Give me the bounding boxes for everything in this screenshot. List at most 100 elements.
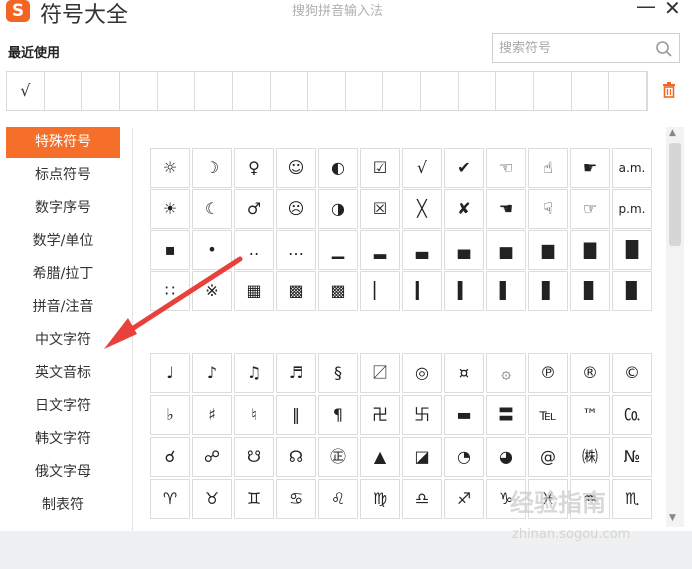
symbol-cell[interactable]: ♬: [276, 353, 316, 393]
symbol-cell[interactable]: ♫: [234, 353, 274, 393]
symbol-cell[interactable]: ◎: [402, 353, 442, 393]
symbol-cell[interactable]: ℡: [528, 395, 568, 435]
symbol-cell[interactable]: ♉: [192, 479, 232, 519]
sidebar-item-1[interactable]: 标点符号: [6, 160, 120, 191]
scroll-up-icon[interactable]: ▲: [669, 128, 676, 138]
symbol-cell[interactable]: @: [528, 437, 568, 477]
symbol-cell[interactable]: ♊: [234, 479, 274, 519]
recent-symbol-cell[interactable]: [383, 72, 422, 110]
symbol-cell[interactable]: ♈: [150, 479, 190, 519]
symbol-cell[interactable]: ☑: [360, 148, 400, 188]
symbol-cell[interactable]: ♂: [234, 189, 274, 229]
symbol-cell[interactable]: ☍: [192, 437, 232, 477]
symbol-cell[interactable]: ◐: [318, 148, 358, 188]
symbol-cell[interactable]: 〼: [360, 353, 400, 393]
symbol-cell[interactable]: ‥: [234, 230, 274, 270]
symbol-cell[interactable]: ☊: [276, 437, 316, 477]
symbol-cell[interactable]: ㊣: [318, 437, 358, 477]
symbol-cell[interactable]: ✘: [444, 189, 484, 229]
symbol-cell[interactable]: ☾: [192, 189, 232, 229]
symbol-cell[interactable]: ☒: [360, 189, 400, 229]
symbol-cell[interactable]: ¶: [318, 395, 358, 435]
recent-symbol-cell[interactable]: √: [7, 72, 45, 110]
symbol-cell[interactable]: ♭: [150, 395, 190, 435]
search-input[interactable]: [499, 38, 649, 58]
symbol-cell[interactable]: ▋: [528, 271, 568, 311]
symbol-cell[interactable]: ▏: [360, 271, 400, 311]
recent-symbol-cell[interactable]: [572, 72, 610, 110]
symbol-cell[interactable]: 卍: [360, 395, 400, 435]
close-button[interactable]: ✕: [664, 0, 681, 20]
symbol-cell[interactable]: ▆: [528, 230, 568, 270]
symbol-cell[interactable]: ▅: [486, 230, 526, 270]
symbol-cell[interactable]: ☹: [276, 189, 316, 229]
symbol-cell[interactable]: █: [612, 230, 652, 270]
symbol-cell[interactable]: ◕: [486, 437, 526, 477]
sidebar-item-5[interactable]: 拼音/注音: [6, 292, 120, 323]
symbol-cell[interactable]: ▎: [402, 271, 442, 311]
symbol-cell[interactable]: ™: [570, 395, 610, 435]
recent-symbol-cell[interactable]: [346, 72, 384, 110]
symbol-cell[interactable]: №: [612, 437, 652, 477]
symbol-cell[interactable]: ▁: [318, 230, 358, 270]
symbol-cell[interactable]: ¤: [444, 353, 484, 393]
symbol-cell[interactable]: ◑: [318, 189, 358, 229]
symbol-cell[interactable]: ▲: [360, 437, 400, 477]
minimize-button[interactable]: —: [636, 0, 656, 18]
symbol-cell[interactable]: a.m.: [612, 148, 652, 188]
symbol-cell[interactable]: ♏: [612, 479, 652, 519]
scroll-down-icon[interactable]: ▼: [669, 513, 676, 523]
sidebar-item-7[interactable]: 英文音标: [6, 358, 120, 389]
symbol-cell[interactable]: ☋: [234, 437, 274, 477]
sidebar-item-9[interactable]: 韩文字符: [6, 424, 120, 455]
search-box[interactable]: [492, 33, 680, 63]
recent-symbol-cell[interactable]: [82, 72, 120, 110]
symbol-cell[interactable]: ☀: [150, 189, 190, 229]
symbol-cell[interactable]: ▍: [444, 271, 484, 311]
symbol-cell[interactable]: ㏇: [612, 395, 652, 435]
symbol-cell[interactable]: ☞: [570, 189, 610, 229]
recent-symbol-cell[interactable]: [271, 72, 309, 110]
symbol-cell[interactable]: ◪: [402, 437, 442, 477]
symbol-cell[interactable]: ۞: [486, 353, 526, 393]
symbol-cell[interactable]: ☚: [486, 189, 526, 229]
symbol-cell[interactable]: ▪: [150, 230, 190, 270]
symbol-cell[interactable]: ♀: [234, 148, 274, 188]
symbol-cell[interactable]: ☺: [276, 148, 316, 188]
symbol-cell[interactable]: ☛: [570, 148, 610, 188]
symbol-cell[interactable]: ☜: [486, 148, 526, 188]
symbol-cell[interactable]: ╳: [402, 189, 442, 229]
symbol-cell[interactable]: 〓: [486, 395, 526, 435]
scrollbar-thumb[interactable]: [669, 143, 681, 246]
symbol-cell[interactable]: ◔: [444, 437, 484, 477]
symbol-cell[interactable]: ※: [192, 271, 232, 311]
symbol-cell[interactable]: ♍: [360, 479, 400, 519]
recent-symbol-cell[interactable]: [534, 72, 572, 110]
sidebar-item-11[interactable]: 制表符: [6, 490, 120, 521]
recent-symbol-cell[interactable]: [609, 72, 647, 110]
symbol-cell[interactable]: ℗: [528, 353, 568, 393]
symbol-cell[interactable]: ☟: [528, 189, 568, 229]
symbol-cell[interactable]: ▂: [360, 230, 400, 270]
symbol-cell[interactable]: ♯: [192, 395, 232, 435]
symbol-cell[interactable]: ✔: [444, 148, 484, 188]
symbol-cell[interactable]: ▩: [318, 271, 358, 311]
symbol-cell[interactable]: ®: [570, 353, 610, 393]
symbol-cell[interactable]: 卐: [402, 395, 442, 435]
symbol-cell[interactable]: ▬: [444, 395, 484, 435]
symbol-cell[interactable]: ▃: [402, 230, 442, 270]
symbol-cell[interactable]: ©: [612, 353, 652, 393]
sidebar-item-3[interactable]: 数学/单位: [6, 226, 120, 257]
symbol-cell[interactable]: ♎: [402, 479, 442, 519]
symbol-cell[interactable]: ☽: [192, 148, 232, 188]
sidebar-item-8[interactable]: 日文字符: [6, 391, 120, 422]
symbol-cell[interactable]: ♐: [444, 479, 484, 519]
symbol-cell[interactable]: ㈱: [570, 437, 610, 477]
sidebar-item-10[interactable]: 俄文字母: [6, 457, 120, 488]
recent-symbol-cell[interactable]: [45, 72, 83, 110]
symbol-cell[interactable]: ‖: [276, 395, 316, 435]
symbol-cell[interactable]: ♮: [234, 395, 274, 435]
symbol-cell[interactable]: ∷: [150, 271, 190, 311]
recent-symbol-cell[interactable]: [195, 72, 233, 110]
symbol-cell[interactable]: ♋: [276, 479, 316, 519]
